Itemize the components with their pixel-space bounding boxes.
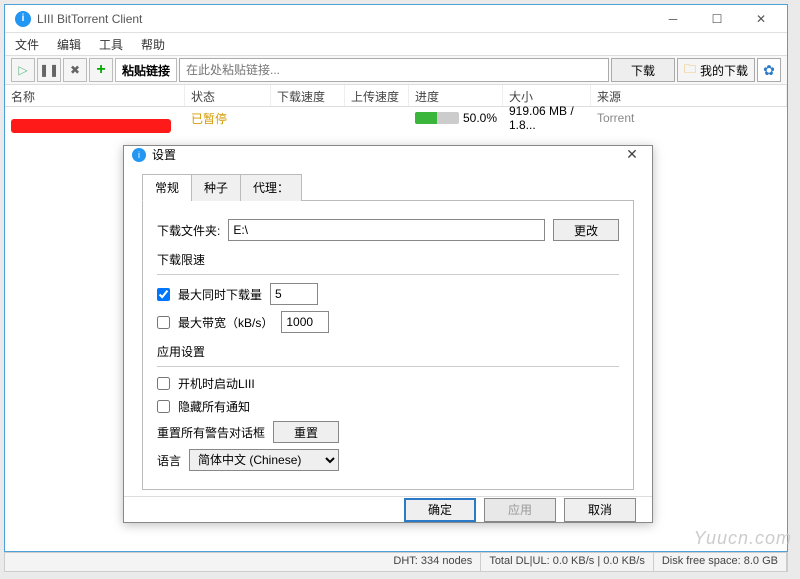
status-bar: DHT: 334 nodes Total DL|UL: 0.0 KB/s | 0… xyxy=(4,552,788,572)
header-progress[interactable]: 进度 xyxy=(409,85,503,106)
settings-button[interactable]: ✿ xyxy=(757,58,781,82)
remove-button[interactable]: ✖ xyxy=(63,58,87,82)
menu-edit[interactable]: 编辑 xyxy=(53,34,85,55)
max-concurrent-input[interactable] xyxy=(270,283,318,305)
dialog-title: 设置 xyxy=(152,146,620,163)
reset-warnings-button[interactable]: 重置 xyxy=(273,421,339,443)
maximize-button[interactable]: ☐ xyxy=(695,6,739,32)
settings-dialog: i 设置 ✕ 常规 种子 代理： 下载文件夹: 更改 下载限速 最大同时下载量 xyxy=(123,145,653,523)
progress-text: 50.0% xyxy=(463,111,497,125)
folder-icon: 🗀 xyxy=(684,60,696,81)
hide-notifications-checkbox[interactable] xyxy=(157,400,170,413)
dialog-titlebar: i 设置 ✕ xyxy=(124,146,652,163)
download-folder-label: 下载文件夹: xyxy=(157,222,220,239)
menu-help[interactable]: 帮助 xyxy=(137,34,169,55)
max-bandwidth-input[interactable] xyxy=(281,311,329,333)
apply-button[interactable]: 应用 xyxy=(484,498,556,522)
cancel-button[interactable]: 取消 xyxy=(564,498,636,522)
play-button[interactable]: ▷ xyxy=(11,58,35,82)
change-folder-button[interactable]: 更改 xyxy=(553,219,619,241)
dialog-footer: 确定 应用 取消 xyxy=(124,496,652,522)
menu-tools[interactable]: 工具 xyxy=(95,34,127,55)
cell-source: Torrent xyxy=(591,109,787,127)
header-status[interactable]: 状态 xyxy=(185,85,271,106)
tab-proxy[interactable]: 代理： xyxy=(240,174,302,201)
reset-warnings-label: 重置所有警告对话框 xyxy=(157,424,265,441)
limits-title: 下载限速 xyxy=(157,251,619,268)
url-input[interactable] xyxy=(179,58,609,82)
tab-strip: 常规 种子 代理： xyxy=(142,173,634,201)
header-ulspeed[interactable]: 上传速度 xyxy=(345,85,409,106)
status-dht: DHT: 334 nodes xyxy=(385,553,481,571)
ok-button[interactable]: 确定 xyxy=(404,498,476,522)
dialog-body: 常规 种子 代理： 下载文件夹: 更改 下载限速 最大同时下载量 最大带宽（kB… xyxy=(124,163,652,496)
status-speeds: Total DL|UL: 0.0 KB/s | 0.0 KB/s xyxy=(481,553,654,571)
download-button[interactable]: 下载 xyxy=(611,58,675,82)
add-button[interactable]: + xyxy=(89,58,113,82)
tab-seed[interactable]: 种子 xyxy=(191,174,241,201)
minimize-button[interactable]: ─ xyxy=(651,6,695,32)
app-icon: i xyxy=(15,11,31,27)
cell-name xyxy=(5,116,185,120)
status-disk: Disk free space: 8.0 GB xyxy=(654,553,787,571)
dialog-close-button[interactable]: ✕ xyxy=(620,146,644,163)
progress-bar xyxy=(415,112,459,124)
pause-button[interactable]: ❚❚ xyxy=(37,58,61,82)
close-button[interactable]: ✕ xyxy=(739,6,783,32)
max-bandwidth-label: 最大带宽（kB/s） xyxy=(178,314,273,331)
cell-status: 已暂停 xyxy=(185,108,271,129)
my-downloads-button[interactable]: 🗀 我的下载 xyxy=(677,58,755,82)
cell-ulspeed xyxy=(345,116,409,120)
start-on-boot-label: 开机时启动LIII xyxy=(178,375,255,392)
redacted-name xyxy=(11,119,171,133)
toolbar: ▷ ❚❚ ✖ + 粘贴链接 下载 🗀 我的下载 ✿ xyxy=(5,55,787,85)
info-icon: i xyxy=(132,148,146,162)
titlebar: i LIII BitTorrent Client ─ ☐ ✕ xyxy=(5,5,787,33)
menu-file[interactable]: 文件 xyxy=(11,34,43,55)
watermark: Yuucn.com xyxy=(694,528,792,549)
cell-size: 919.06 MB / 1.8... xyxy=(503,102,591,134)
language-label: 语言 xyxy=(157,452,181,469)
column-headers: 名称 状态 下载速度 上传速度 进度 大小 来源 xyxy=(5,85,787,107)
window-title: LIII BitTorrent Client xyxy=(37,12,651,26)
paste-link-button[interactable]: 粘贴链接 xyxy=(115,58,177,82)
table-row[interactable]: 已暂停 50.0% 919.06 MB / 1.8... Torrent xyxy=(5,107,787,129)
window-controls: ─ ☐ ✕ xyxy=(651,6,783,32)
max-bandwidth-checkbox[interactable] xyxy=(157,316,170,329)
language-select[interactable]: 简体中文 (Chinese) xyxy=(189,449,339,471)
header-dlspeed[interactable]: 下载速度 xyxy=(271,85,345,106)
cell-progress: 50.0% xyxy=(409,109,503,127)
header-name[interactable]: 名称 xyxy=(5,85,185,106)
start-on-boot-checkbox[interactable] xyxy=(157,377,170,390)
tab-general[interactable]: 常规 xyxy=(142,174,192,201)
tab-panel-general: 下载文件夹: 更改 下载限速 最大同时下载量 最大带宽（kB/s） 应用设置 开… xyxy=(142,201,634,490)
hide-notifications-label: 隐藏所有通知 xyxy=(178,398,250,415)
header-source[interactable]: 来源 xyxy=(591,85,787,106)
menubar: 文件 编辑 工具 帮助 xyxy=(5,33,787,55)
app-settings-title: 应用设置 xyxy=(157,343,619,360)
cell-dlspeed xyxy=(271,116,345,120)
max-concurrent-checkbox[interactable] xyxy=(157,288,170,301)
download-folder-input[interactable] xyxy=(228,219,545,241)
max-concurrent-label: 最大同时下载量 xyxy=(178,286,262,303)
my-downloads-label: 我的下载 xyxy=(700,62,748,79)
